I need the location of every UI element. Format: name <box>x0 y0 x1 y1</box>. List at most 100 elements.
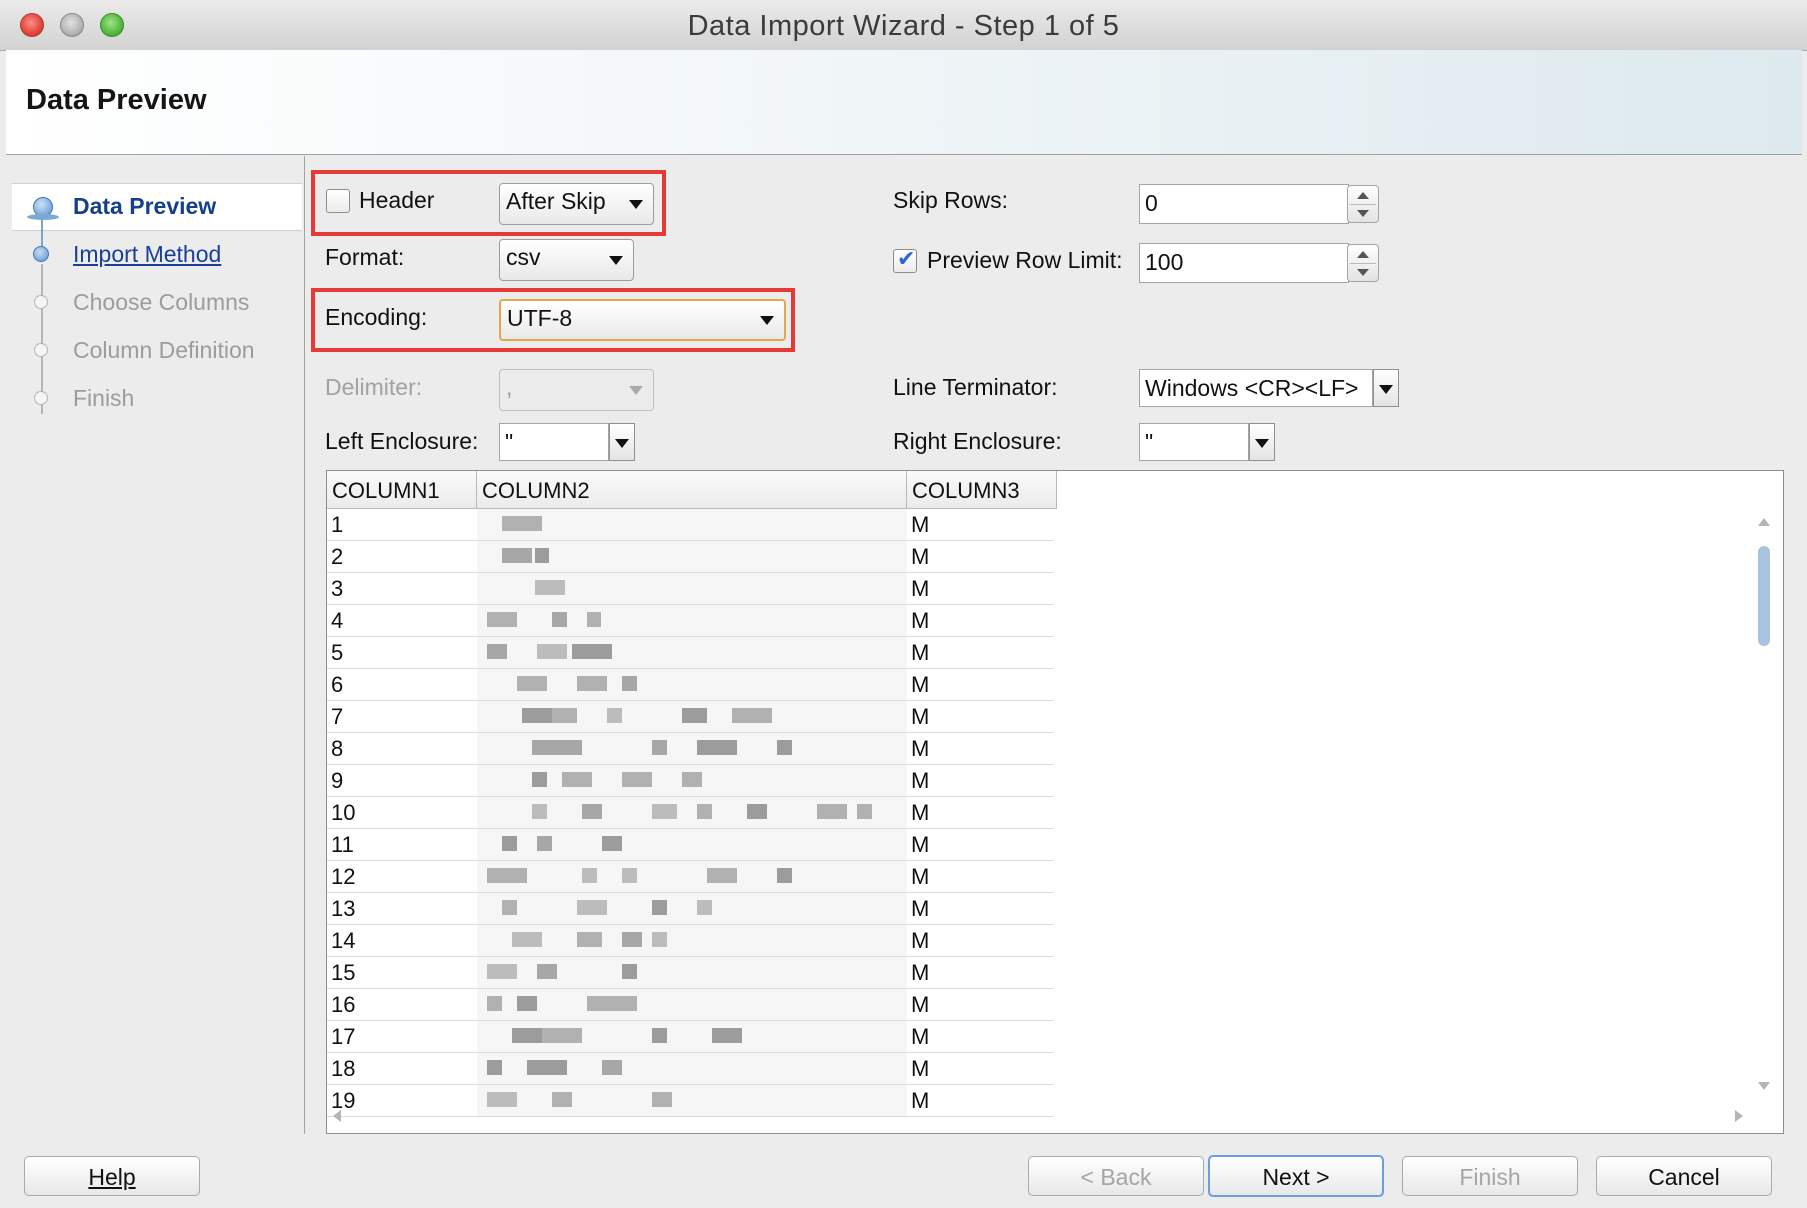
column-header[interactable]: COLUMN2 <box>477 471 907 509</box>
table-cell[interactable]: M <box>907 957 1057 988</box>
table-cell[interactable]: M <box>907 701 1057 732</box>
table-cell[interactable]: 17 <box>327 1021 477 1052</box>
next-button[interactable]: Next > <box>1208 1155 1384 1197</box>
table-cell[interactable]: M <box>907 541 1057 572</box>
table-cell[interactable]: M <box>907 669 1057 700</box>
table-cell[interactable]: 16 <box>327 989 477 1020</box>
right-enclosure-dropdown-button[interactable] <box>1249 423 1275 461</box>
preview-row-limit-field[interactable]: 100 <box>1139 243 1349 283</box>
table-row[interactable]: 18 M <box>327 1053 1054 1085</box>
table-row[interactable]: 17 M <box>327 1021 1054 1053</box>
table-cell[interactable]: M <box>907 989 1057 1020</box>
table-cell[interactable]: 18 <box>327 1053 477 1084</box>
table-cell[interactable] <box>477 701 907 732</box>
skip-rows-field[interactable]: 0 <box>1139 184 1349 224</box>
table-cell[interactable] <box>477 733 907 764</box>
table-cell[interactable] <box>477 797 907 828</box>
scroll-down-arrow-icon[interactable] <box>1758 1082 1770 1090</box>
table-cell[interactable] <box>477 509 907 540</box>
skip-rows-stepper[interactable] <box>1347 185 1379 223</box>
header-checkbox[interactable] <box>326 189 350 213</box>
right-enclosure-field[interactable]: " <box>1139 423 1249 461</box>
table-row[interactable]: 12 M <box>327 861 1054 893</box>
table-cell[interactable]: M <box>907 765 1057 796</box>
table-row[interactable]: 8M <box>327 733 1054 765</box>
table-cell[interactable]: 3 <box>327 573 477 604</box>
table-row[interactable]: 9M <box>327 765 1054 797</box>
table-row[interactable]: 2M <box>327 541 1054 573</box>
table-cell[interactable] <box>477 861 907 892</box>
table-cell[interactable]: 7 <box>327 701 477 732</box>
table-cell[interactable] <box>477 829 907 860</box>
table-cell[interactable]: M <box>907 509 1057 540</box>
table-cell[interactable] <box>477 669 907 700</box>
table-row[interactable]: 16 M <box>327 989 1054 1021</box>
table-row[interactable]: 7M <box>327 701 1054 733</box>
preview-row-limit-stepper[interactable] <box>1347 244 1379 282</box>
table-cell[interactable] <box>477 925 907 956</box>
table-cell[interactable]: M <box>907 797 1057 828</box>
table-cell[interactable]: M <box>907 733 1057 764</box>
table-cell[interactable]: 11 <box>327 829 477 860</box>
table-cell[interactable]: M <box>907 1021 1057 1052</box>
table-cell[interactable]: 14 <box>327 925 477 956</box>
cancel-button[interactable]: Cancel <box>1596 1156 1772 1196</box>
table-cell[interactable]: 5 <box>327 637 477 668</box>
nav-step-data-preview[interactable]: Data Preview <box>73 193 216 220</box>
table-cell[interactable] <box>477 541 907 572</box>
table-cell[interactable] <box>477 637 907 668</box>
vertical-scrollbar[interactable] <box>1755 516 1773 1096</box>
table-cell[interactable]: 2 <box>327 541 477 572</box>
table-cell[interactable]: 4 <box>327 605 477 636</box>
table-cell[interactable] <box>477 605 907 636</box>
preview-row-limit-checkbox[interactable]: ✔ <box>893 246 917 273</box>
table-cell[interactable] <box>477 573 907 604</box>
table-cell[interactable]: M <box>907 861 1057 892</box>
scroll-right-arrow-icon[interactable] <box>1735 1110 1743 1122</box>
table-cell[interactable] <box>477 957 907 988</box>
table-cell[interactable]: 8 <box>327 733 477 764</box>
table-row[interactable]: 6M <box>327 669 1054 701</box>
line-terminator-field[interactable]: Windows <CR><LF> <box>1139 369 1373 407</box>
header-position-select[interactable]: After Skip <box>499 183 654 225</box>
column-header[interactable]: COLUMN3 <box>907 471 1057 509</box>
table-row[interactable]: 3M <box>327 573 1054 605</box>
help-button[interactable]: Help <box>24 1156 200 1196</box>
table-row[interactable]: 4M <box>327 605 1054 637</box>
column-header[interactable]: COLUMN1 <box>327 471 477 509</box>
horizontal-scrollbar[interactable] <box>333 1109 1743 1123</box>
table-row[interactable]: 5M <box>327 637 1054 669</box>
format-select[interactable]: csv <box>499 239 634 281</box>
table-cell[interactable] <box>477 989 907 1020</box>
table-row[interactable]: 14 M <box>327 925 1054 957</box>
table-cell[interactable]: M <box>907 1053 1057 1084</box>
table-row[interactable]: 15 M <box>327 957 1054 989</box>
table-cell[interactable]: 12 <box>327 861 477 892</box>
table-cell[interactable]: M <box>907 925 1057 956</box>
table-cell[interactable] <box>477 893 907 924</box>
table-cell[interactable]: 9 <box>327 765 477 796</box>
table-cell[interactable]: M <box>907 605 1057 636</box>
table-row[interactable]: 1M <box>327 509 1054 541</box>
table-cell[interactable]: M <box>907 637 1057 668</box>
table-cell[interactable]: 15 <box>327 957 477 988</box>
left-enclosure-field[interactable]: " <box>499 423 609 461</box>
scroll-up-arrow-icon[interactable] <box>1758 518 1770 526</box>
table-cell[interactable]: 1 <box>327 509 477 540</box>
table-cell[interactable]: M <box>907 829 1057 860</box>
table-cell[interactable]: 6 <box>327 669 477 700</box>
table-cell[interactable] <box>477 765 907 796</box>
encoding-select[interactable]: UTF-8 <box>499 299 786 341</box>
scrollbar-thumb[interactable] <box>1758 546 1770 646</box>
table-cell[interactable]: 10 <box>327 797 477 828</box>
table-cell[interactable]: 13 <box>327 893 477 924</box>
nav-step-import-method[interactable]: Import Method <box>73 241 221 268</box>
table-row[interactable]: 11 M <box>327 829 1054 861</box>
scroll-left-arrow-icon[interactable] <box>333 1110 341 1122</box>
left-enclosure-dropdown-button[interactable] <box>609 423 635 461</box>
table-cell[interactable]: M <box>907 573 1057 604</box>
table-cell[interactable]: M <box>907 893 1057 924</box>
table-row[interactable]: 13 M <box>327 893 1054 925</box>
table-cell[interactable] <box>477 1021 907 1052</box>
line-terminator-dropdown-button[interactable] <box>1373 369 1399 407</box>
